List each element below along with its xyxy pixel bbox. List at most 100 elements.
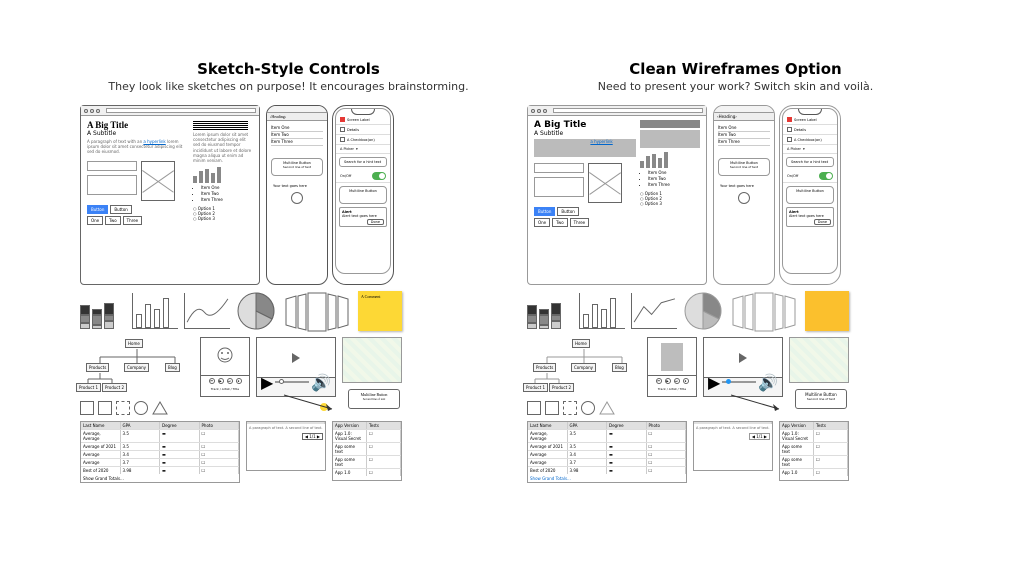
seek-knob[interactable]: [726, 379, 731, 384]
tab-two[interactable]: Two: [105, 216, 121, 225]
list-item[interactable]: Item Two: [718, 132, 770, 139]
picker-row[interactable]: A Picker ▾: [336, 145, 390, 154]
window-max-icon[interactable]: [96, 109, 100, 113]
table-row[interactable]: App 1.0☐: [780, 468, 848, 476]
primary-button[interactable]: Button: [87, 205, 108, 214]
home-button-icon[interactable]: [291, 192, 303, 204]
stop-icon[interactable]: ⏹: [236, 378, 242, 384]
list-item[interactable]: Item One: [271, 125, 323, 132]
table-row[interactable]: Average3.7▬☐: [81, 458, 239, 466]
text-input[interactable]: [87, 161, 137, 171]
square-dashed-shape[interactable]: [563, 401, 577, 415]
window-max-icon[interactable]: [543, 109, 547, 113]
org-node[interactable]: Products: [533, 363, 556, 372]
square-shape[interactable]: [80, 401, 94, 415]
done-button[interactable]: Done: [367, 219, 384, 225]
player-play-icon[interactable]: ▶: [708, 373, 720, 392]
seek-track[interactable]: [275, 381, 309, 383]
textarea[interactable]: [87, 175, 137, 195]
details-row[interactable]: Details: [336, 125, 390, 135]
prev-icon[interactable]: ⏮: [209, 378, 215, 384]
col-header[interactable]: Tests: [367, 422, 401, 429]
text-input[interactable]: [534, 163, 584, 173]
player-play-icon[interactable]: ▶: [261, 373, 273, 392]
table-row[interactable]: Best of 20203.98▬☐: [528, 466, 686, 474]
org-node[interactable]: Product 2: [102, 383, 127, 392]
seek-track[interactable]: [722, 381, 756, 383]
col-header[interactable]: Last Name: [81, 422, 121, 429]
triangle-shape[interactable]: [599, 401, 615, 415]
table-row[interactable]: Average3.4▬☐: [528, 450, 686, 458]
window-min-icon[interactable]: [537, 109, 541, 113]
col-header[interactable]: GPA: [121, 422, 161, 429]
toggle-row[interactable]: On/Off: [336, 170, 390, 183]
table-row[interactable]: Average3.7▬☐: [528, 458, 686, 466]
next-icon[interactable]: ⏭: [674, 378, 680, 384]
col-header[interactable]: Photo: [647, 422, 687, 429]
home-button-icon[interactable]: [738, 192, 750, 204]
window-close-icon[interactable]: [84, 109, 88, 113]
col-header[interactable]: Degree: [607, 422, 647, 429]
table-footer-link[interactable]: Show Grand Totals...: [81, 474, 239, 483]
square-shape[interactable]: [527, 401, 541, 415]
tab-two[interactable]: Two: [552, 218, 568, 227]
multiline-button[interactable]: Multiline Button Second line of text: [718, 158, 770, 176]
details-row[interactable]: Details: [783, 125, 837, 135]
table-row[interactable]: App some text☐: [333, 455, 401, 468]
table-row[interactable]: Average3.4▬☐: [81, 450, 239, 458]
table-row[interactable]: App some text☐: [780, 442, 848, 455]
org-node-root[interactable]: Home: [572, 339, 590, 348]
table-row[interactable]: Average of 20213.5▬☐: [81, 442, 239, 450]
col-header[interactable]: Tests: [814, 422, 848, 429]
org-node[interactable]: Products: [86, 363, 109, 372]
table-row[interactable]: App some text☐: [333, 442, 401, 455]
col-header[interactable]: App Version: [780, 422, 814, 429]
list-item[interactable]: Item One: [718, 125, 770, 132]
org-node[interactable]: Product 1: [76, 383, 101, 392]
textarea[interactable]: [534, 177, 584, 197]
multiline-button-widget[interactable]: Multiline Button Second line of text: [795, 389, 847, 409]
org-node[interactable]: Company: [124, 363, 149, 372]
address-bar[interactable]: [106, 108, 256, 113]
phone2-multiline-button[interactable]: Multiline Button: [339, 186, 387, 204]
table-row[interactable]: App 1.0: Visual Secret☐: [780, 429, 848, 442]
col-header[interactable]: Photo: [200, 422, 240, 429]
sticky-note[interactable]: [805, 291, 849, 331]
play-icon[interactable]: ▶: [218, 378, 224, 384]
window-min-icon[interactable]: [90, 109, 94, 113]
secondary-button[interactable]: Button: [110, 205, 131, 214]
col-header[interactable]: Last Name: [528, 422, 568, 429]
address-bar[interactable]: [553, 108, 703, 113]
phone2-multiline-button[interactable]: Multiline Button: [786, 186, 834, 204]
tab-one[interactable]: One: [534, 218, 550, 227]
seek-knob[interactable]: [279, 379, 284, 384]
checkbox-icon[interactable]: [787, 137, 792, 142]
multiline-button[interactable]: Multiline Button Second line of text: [271, 158, 323, 176]
square-dashed-shape[interactable]: [116, 401, 130, 415]
search-field[interactable]: Search for a hint text: [339, 157, 387, 167]
toggle-switch-icon[interactable]: [819, 172, 833, 180]
col-header[interactable]: Degree: [160, 422, 200, 429]
list-item[interactable]: Item Three: [271, 139, 323, 146]
stop-icon[interactable]: ⏹: [683, 378, 689, 384]
org-node[interactable]: Blog: [165, 363, 180, 372]
play-triangle-icon[interactable]: [739, 353, 747, 363]
triangle-shape[interactable]: [152, 401, 168, 415]
map-widget[interactable]: [342, 337, 402, 383]
table-footer-link[interactable]: Show Grand Totals...: [528, 474, 686, 483]
col-header[interactable]: GPA: [568, 422, 608, 429]
primary-button[interactable]: Button: [534, 207, 555, 216]
org-node[interactable]: Product 1: [523, 383, 548, 392]
done-button[interactable]: Done: [814, 219, 831, 225]
table-row[interactable]: Average, Average3.5▬☐: [528, 429, 686, 442]
play-icon[interactable]: ▶: [665, 378, 671, 384]
square-shape[interactable]: [545, 401, 559, 415]
hyperlink[interactable]: a hyperlink: [590, 139, 612, 144]
table-row[interactable]: Best of 20203.98▬☐: [81, 466, 239, 474]
circle-shape[interactable]: [134, 401, 148, 415]
table-row[interactable]: App some text☐: [780, 455, 848, 468]
table-pager[interactable]: ◀ 1/1 ▶: [749, 433, 770, 440]
circle-shape[interactable]: [581, 401, 595, 415]
tab-three[interactable]: Three: [570, 218, 589, 227]
square-shape[interactable]: [98, 401, 112, 415]
